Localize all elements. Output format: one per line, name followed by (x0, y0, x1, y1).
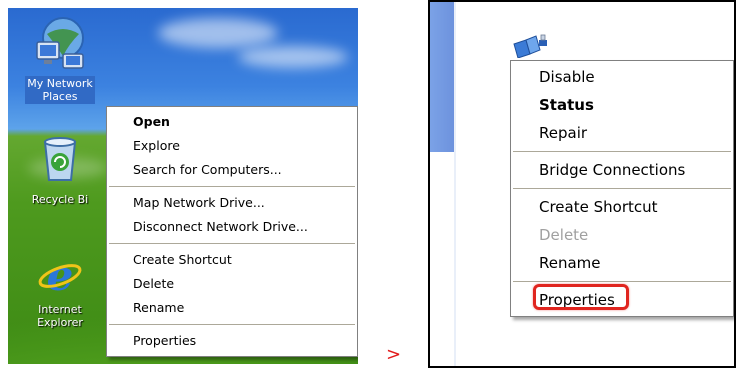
menu-item-disconnect-network-drive[interactable]: Disconnect Network Drive... (107, 215, 357, 239)
svg-text:e: e (47, 251, 74, 298)
desktop-icon-network-places[interactable]: My Network Places (14, 16, 106, 104)
desktop-icon-label: My Network Places (25, 76, 95, 104)
step-arrow: > (386, 344, 402, 365)
menu-item-create-shortcut[interactable]: Create Shortcut (107, 248, 357, 272)
menu-separator (109, 243, 355, 244)
menu-item-repair[interactable]: Repair (511, 119, 733, 147)
menu-separator (109, 324, 355, 325)
menu-item-disable[interactable]: Disable (511, 63, 733, 91)
menu-item-map-network-drive[interactable]: Map Network Drive... (107, 191, 357, 215)
menu-item-properties[interactable]: Properties (107, 329, 357, 353)
network-connection-icon (513, 34, 547, 58)
desktop-icon-label: Recycle Bi (31, 193, 89, 206)
menu-item-explore[interactable]: Explore (107, 134, 357, 158)
desktop-icon-internet-explorer[interactable]: e Internet Explorer (14, 250, 106, 330)
menu-separator (513, 188, 731, 189)
xp-desktop: My Network Places Recycle Bi e Internet Ex… (8, 8, 358, 364)
recycle-bin-icon (43, 137, 77, 181)
network-connections-window: Disable Status Repair Bridge Connections… (428, 0, 736, 368)
task-pane (430, 2, 454, 152)
menu-item-open[interactable]: Open (107, 110, 357, 134)
menu-item-status[interactable]: Status (511, 91, 733, 119)
menu-item-rename[interactable]: Rename (511, 249, 733, 277)
menu-item-delete[interactable]: Delete (107, 272, 357, 296)
menu-item-rename[interactable]: Rename (107, 296, 357, 320)
menu-separator (513, 281, 731, 282)
menu-item-search-for-computers[interactable]: Search for Computers... (107, 158, 357, 182)
network-places-icon (36, 17, 84, 69)
menu-separator (109, 186, 355, 187)
menu-item-properties[interactable]: Properties (511, 284, 733, 314)
desktop-icon-recycle-bin[interactable]: Recycle Bi (14, 132, 106, 207)
menu-item-bridge-connections[interactable]: Bridge Connections (511, 156, 733, 184)
menu-item-delete: Delete (539, 226, 589, 244)
menu-item-create-shortcut[interactable]: Create Shortcut (511, 193, 733, 221)
properties-highlight-box (533, 284, 629, 310)
internet-explorer-icon: e (38, 251, 82, 300)
connection-context-menu: Disable Status Repair Bridge Connections… (510, 60, 734, 317)
network-places-context-menu: Open Explore Search for Computers... Map… (106, 106, 358, 357)
menu-separator (513, 151, 731, 152)
desktop-icon-label: Internet Explorer (37, 303, 83, 329)
